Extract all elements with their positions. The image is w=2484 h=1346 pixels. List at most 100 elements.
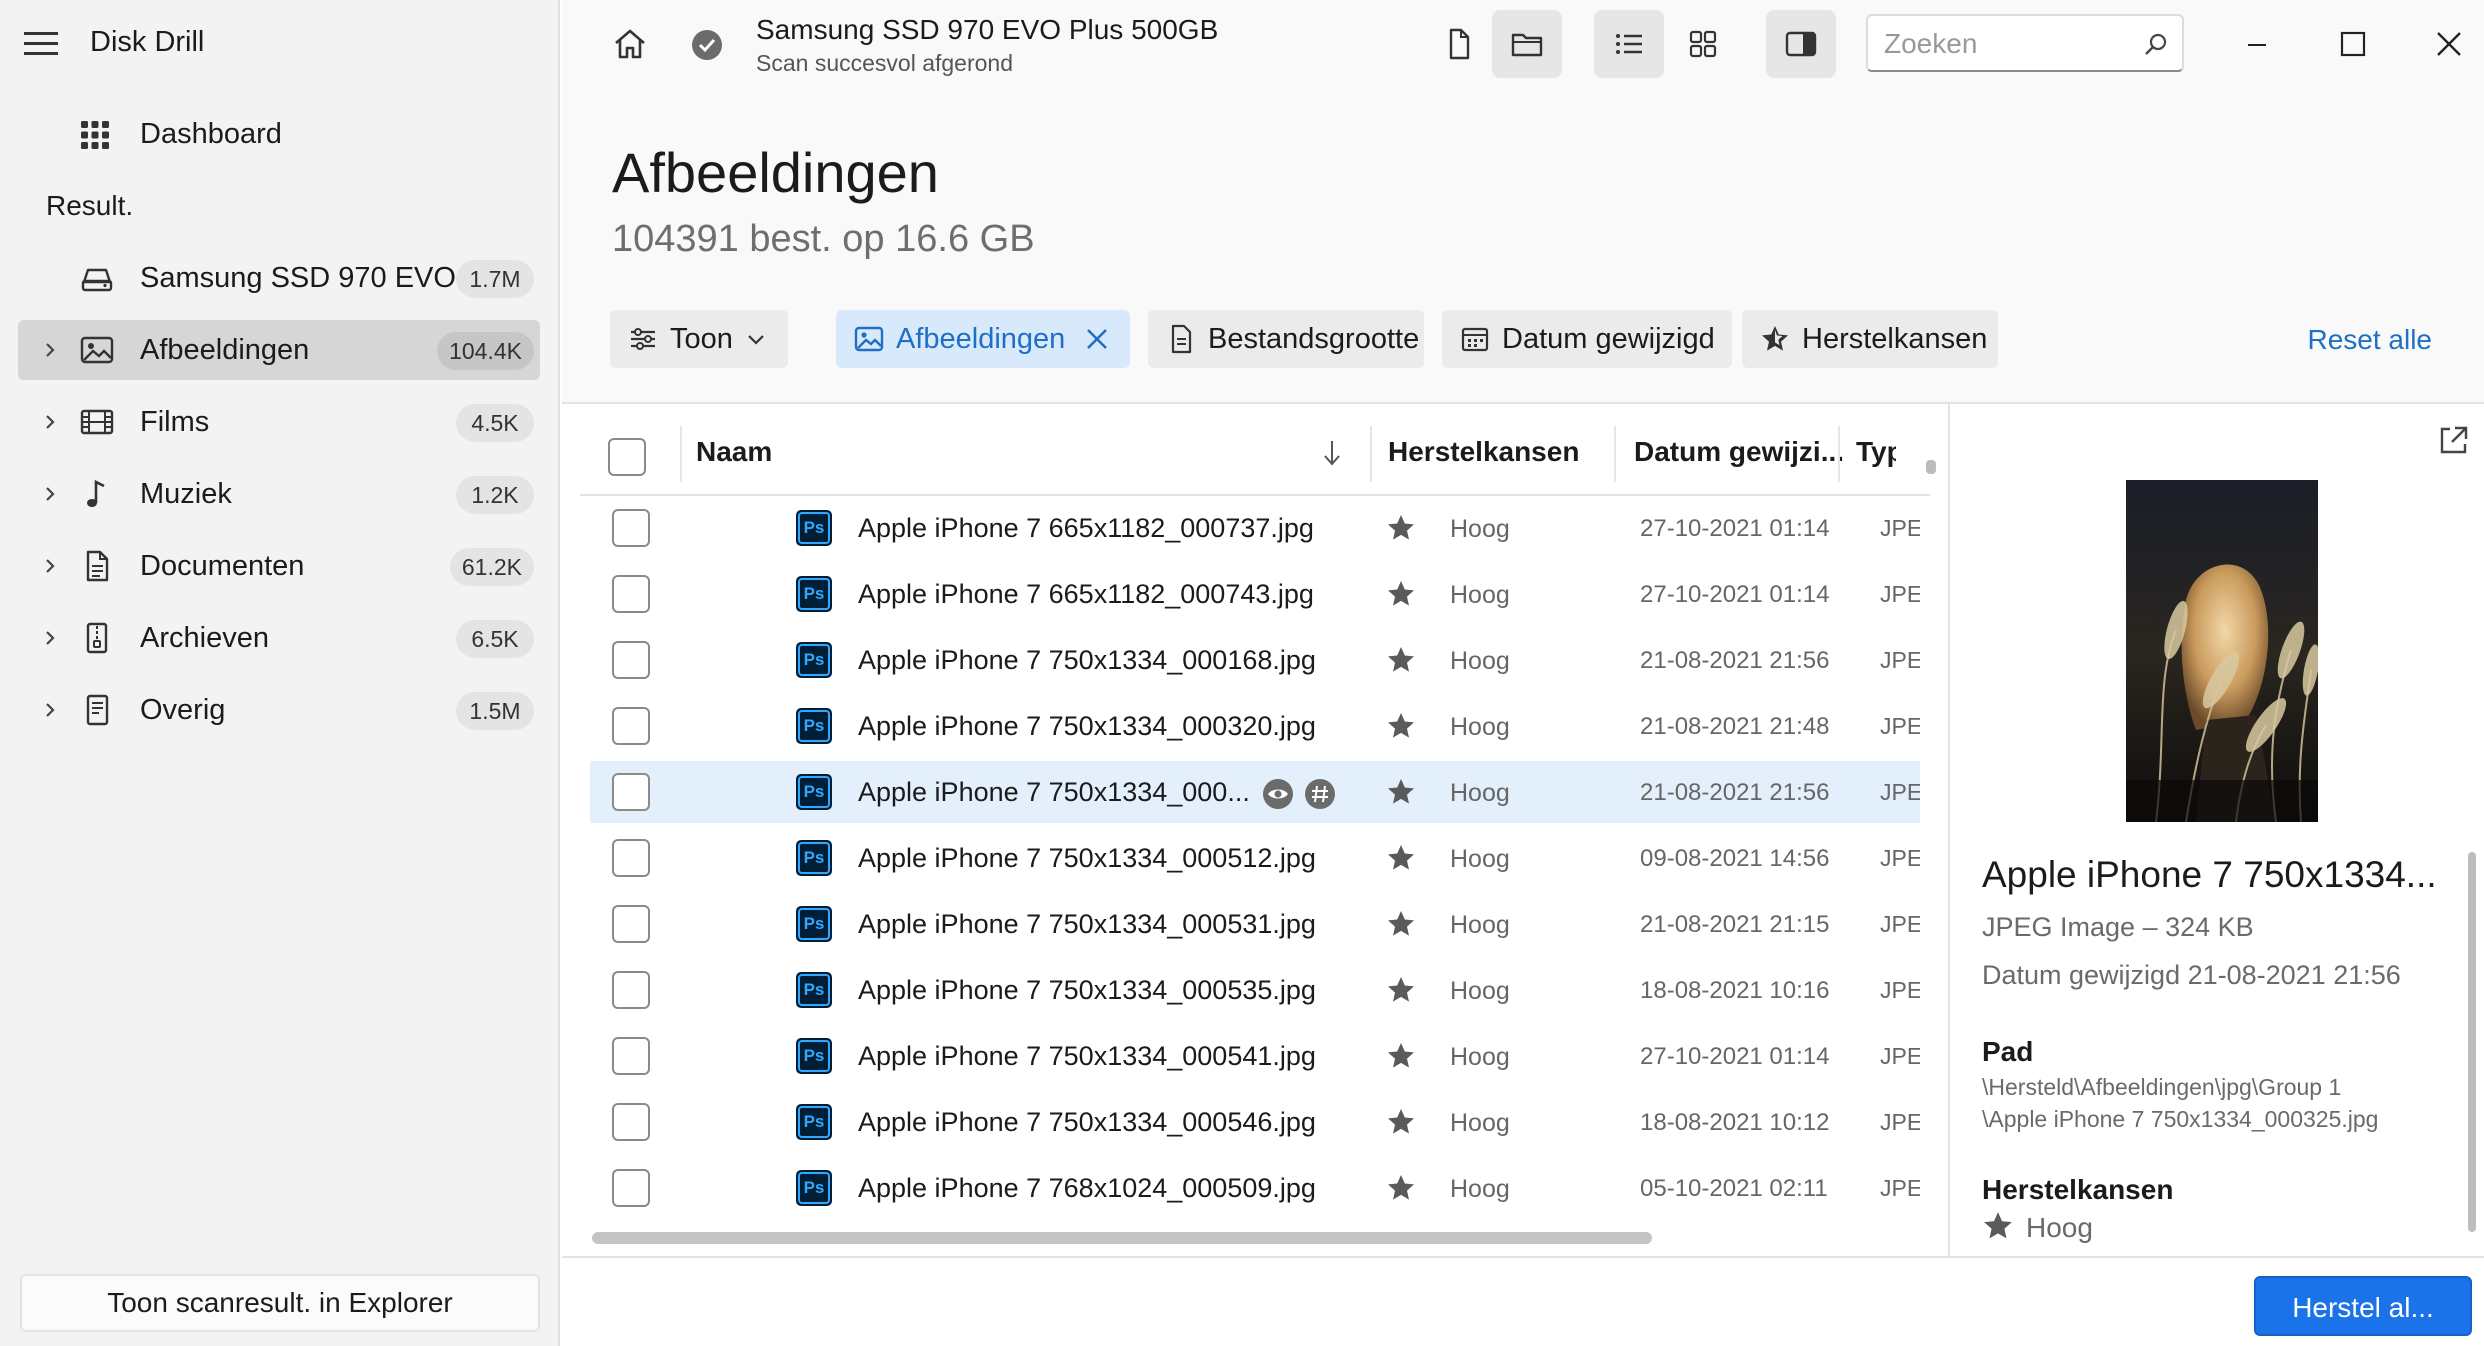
chevron-right-icon[interactable] — [40, 628, 60, 648]
row-checkbox[interactable] — [612, 773, 650, 811]
row-checkbox[interactable] — [612, 509, 650, 547]
app-title: Disk Drill — [90, 26, 205, 58]
chevron-right-icon[interactable] — [40, 556, 60, 576]
row-checkbox[interactable] — [612, 905, 650, 943]
select-all-checkbox[interactable] — [608, 438, 646, 476]
table-row[interactable]: Ps Apple iPhone 7 750x1334_000320.jpg Hoog… — [590, 695, 1920, 757]
sidebar-item-images[interactable]: Afbeeldingen 104.4K — [18, 320, 540, 380]
table-row[interactable]: Ps Apple iPhone 7 750x1334_000... Hoog 21-0… — [590, 761, 1920, 823]
sidebar-item-drive[interactable]: Samsung SSD 970 EVO... 1.7M — [18, 248, 540, 308]
preview-path-heading: Pad — [1982, 1036, 2034, 1067]
column-header-date[interactable]: Datum gewijzi... — [1634, 436, 1844, 468]
show-in-explorer-button[interactable]: Toon scanresult. in Explorer — [20, 1274, 540, 1332]
file-type: JPE — [1880, 1109, 1920, 1135]
table-row[interactable]: Ps Apple iPhone 7 750x1334_000535.jpg Hoog… — [590, 959, 1920, 1021]
row-checkbox[interactable] — [612, 707, 650, 745]
file-type: JPE — [1880, 581, 1920, 607]
column-header-type[interactable]: Typ — [1856, 436, 1896, 468]
folder-view-button[interactable] — [1492, 10, 1562, 78]
file-view-button[interactable] — [1424, 10, 1494, 78]
table-row[interactable]: Ps Apple iPhone 7 768x1024_000509.jpg Hoog… — [590, 1157, 1920, 1219]
date-modified: 21-08-2021 21:56 — [1640, 779, 1830, 806]
table-row[interactable]: Ps Apple iPhone 7 750x1334_000531.jpg Hoog… — [590, 893, 1920, 955]
vertical-scrollbar[interactable] — [1926, 460, 1936, 474]
minimize-icon[interactable] — [2232, 20, 2282, 70]
item-count-badge: 1.5M — [456, 692, 534, 730]
search-icon[interactable] — [2144, 32, 2168, 56]
sidebar-item-label: Samsung SSD 970 EVO... — [140, 262, 481, 294]
search-box[interactable] — [1866, 14, 2184, 72]
remove-filter-icon[interactable] — [1084, 326, 1110, 352]
preview-chance-heading: Herstelkansen — [1982, 1174, 2174, 1205]
list-view-button[interactable] — [1594, 10, 1664, 78]
image-preview-thumbnail[interactable] — [2126, 480, 2318, 822]
star-icon — [1386, 1173, 1416, 1203]
row-checkbox[interactable] — [612, 971, 650, 1009]
star-sparkle-icon — [1760, 324, 1790, 354]
search-input[interactable] — [1884, 26, 2134, 62]
table-row[interactable]: Ps Apple iPhone 7 665x1182_000743.jpg Hoog… — [590, 563, 1920, 625]
file-other-icon — [80, 694, 114, 726]
row-checkbox[interactable] — [612, 839, 650, 877]
results-heading: Result. — [46, 190, 134, 221]
eye-preview-icon[interactable] — [1262, 778, 1294, 810]
hamburger-menu-icon[interactable] — [22, 28, 60, 60]
sidebar-item-films[interactable]: Films 4.5K — [18, 392, 540, 452]
size-filter-button[interactable]: Bestandsgrootte — [1148, 310, 1424, 368]
preview-panel: Apple iPhone 7 750x1334... JPEG Image – … — [1948, 404, 2484, 1256]
preview-scrollbar[interactable] — [2468, 852, 2476, 1232]
column-header-recovery-chance[interactable]: Herstelkansen — [1388, 436, 1579, 468]
view-filter-dropdown[interactable]: Toon — [610, 310, 788, 368]
star-icon — [1386, 1107, 1416, 1137]
photoshop-file-icon: Ps — [796, 1170, 832, 1206]
preview-file-type: JPEG Image – 324 KB — [1982, 912, 2254, 942]
date-filter-button[interactable]: Datum gewijzigd — [1442, 310, 1732, 368]
sliders-icon — [628, 324, 658, 354]
sort-descending-icon[interactable] — [1320, 438, 1344, 468]
sidebar-item-music[interactable]: Muziek 1.2K — [18, 464, 540, 524]
chevron-right-icon[interactable] — [40, 700, 60, 720]
row-checkbox[interactable] — [612, 1037, 650, 1075]
row-checkbox[interactable] — [612, 641, 650, 679]
table-row[interactable]: Ps Apple iPhone 7 750x1334_000546.jpg Hoog… — [590, 1091, 1920, 1153]
photoshop-file-icon: Ps — [796, 1038, 832, 1074]
row-checkbox[interactable] — [612, 575, 650, 613]
sidebar-item-other[interactable]: Overig 1.5M — [18, 680, 540, 740]
row-checkbox[interactable] — [612, 1103, 650, 1141]
date-modified: 27-10-2021 01:14 — [1640, 1043, 1830, 1070]
sidebar-item-documents[interactable]: Documenten 61.2K — [18, 536, 540, 596]
recover-all-button[interactable]: Herstel al... — [2254, 1276, 2472, 1336]
horizontal-scrollbar[interactable] — [592, 1232, 1652, 1244]
table-row[interactable]: Ps Apple iPhone 7 665x1182_000737.jpg Hoog… — [590, 497, 1920, 559]
table-row[interactable]: Ps Apple iPhone 7 750x1334_000512.jpg Hoog… — [590, 827, 1920, 889]
table-row[interactable]: Ps Apple iPhone 7 750x1334_000541.jpg Hoog… — [590, 1025, 1920, 1087]
chevron-right-icon[interactable] — [40, 340, 60, 360]
row-checkbox[interactable] — [612, 1169, 650, 1207]
column-header-name[interactable]: Naam — [696, 436, 772, 468]
file-name: Apple iPhone 7 768x1024_000509.jpg — [858, 1173, 1316, 1203]
date-modified: 27-10-2021 01:14 — [1640, 581, 1830, 608]
home-icon[interactable] — [612, 26, 648, 62]
date-modified: 21-08-2021 21:56 — [1640, 647, 1830, 674]
sidebar-item-archives[interactable]: Archieven 6.5K — [18, 608, 540, 668]
sidebar-item-label: Afbeeldingen — [140, 334, 310, 366]
hash-icon[interactable] — [1304, 778, 1336, 810]
filter-label: Afbeeldingen — [896, 323, 1066, 355]
reset-all-link[interactable]: Reset alle — [2307, 324, 2432, 356]
chevron-right-icon[interactable] — [40, 484, 60, 504]
grid-view-button[interactable] — [1668, 10, 1738, 78]
close-icon[interactable] — [2424, 20, 2474, 70]
sidebar-item-label: Archieven — [140, 622, 269, 654]
maximize-icon[interactable] — [2328, 20, 2378, 70]
open-external-icon[interactable] — [2436, 424, 2470, 458]
table-row[interactable]: Ps Apple iPhone 7 750x1334_000168.jpg Hoog… — [590, 629, 1920, 691]
preview-panel-toggle[interactable] — [1766, 10, 1836, 78]
recovery-chance-filter-button[interactable]: Herstelkansen — [1742, 310, 1998, 368]
chevron-right-icon[interactable] — [40, 412, 60, 432]
photoshop-file-icon: Ps — [796, 972, 832, 1008]
file-name: Apple iPhone 7 665x1182_000743.jpg — [858, 579, 1314, 609]
type-filter-chip[interactable]: Afbeeldingen — [836, 310, 1130, 368]
sidebar-item-dashboard[interactable]: Dashboard — [18, 108, 540, 160]
recovery-chance: Hoog — [1450, 1043, 1510, 1071]
list-icon — [1616, 34, 1642, 54]
